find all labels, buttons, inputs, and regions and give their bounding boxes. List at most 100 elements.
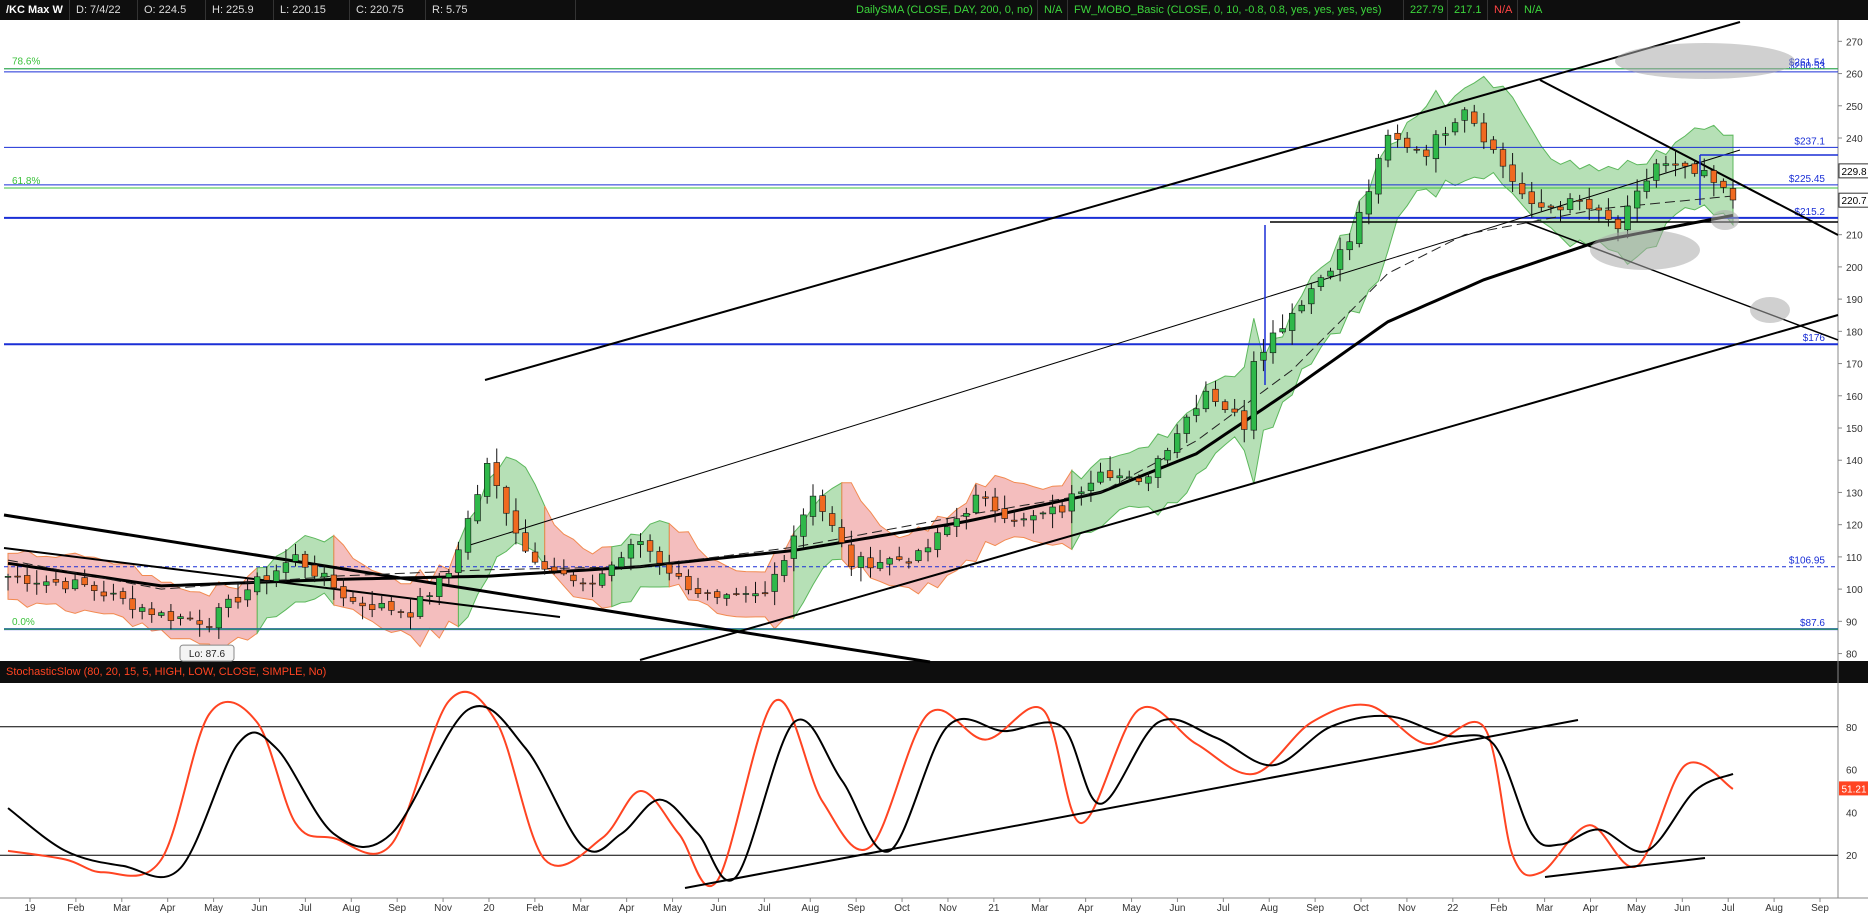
time-axis-label: Sep (847, 903, 865, 914)
candle-body (1643, 180, 1650, 192)
candle-body (321, 572, 328, 578)
price-axis-label: 90 (1846, 617, 1858, 628)
candle-body (1346, 241, 1353, 251)
time-axis-label: 22 (1447, 903, 1459, 914)
time-axis-label: Nov (1398, 903, 1416, 914)
candle-body (1250, 361, 1257, 431)
candle-body (560, 569, 567, 575)
candle-body (771, 573, 778, 592)
candle-body (1078, 491, 1085, 494)
price-axis-label: 210 (1846, 231, 1863, 242)
candle-body (1145, 476, 1152, 484)
time-axis-label: May (1627, 903, 1646, 914)
time-axis-label: Apr (160, 903, 176, 914)
time-axis-label: Jul (299, 903, 312, 914)
candle-body (790, 535, 797, 559)
annotation-ellipse (1590, 230, 1700, 270)
candle-body (1394, 132, 1401, 140)
time-axis-label: Mar (1536, 903, 1554, 914)
candle-body (1605, 209, 1612, 220)
candle-body (1509, 164, 1516, 182)
stochastic-value-text: 51.21 (1841, 784, 1866, 795)
candle-body (1221, 401, 1229, 410)
candle-body (1260, 351, 1267, 361)
price-axis-label: 270 (1846, 37, 1863, 48)
candle-body (273, 570, 280, 582)
candle-body (81, 577, 88, 586)
price-axis-label: 150 (1846, 424, 1863, 435)
candle-body (512, 510, 520, 534)
candle-body (1087, 482, 1095, 491)
candle-body (43, 581, 50, 586)
candle-body (819, 495, 826, 512)
fibonacci-level-label: 0.0% (12, 617, 35, 628)
candle-body (1183, 416, 1190, 434)
candle-body (1672, 163, 1679, 166)
time-axis-label: Feb (526, 903, 544, 914)
candle-body (1653, 163, 1660, 181)
time-axis-label: Mar (572, 903, 590, 914)
candle-body (1059, 505, 1066, 513)
time-axis-label: Oct (894, 903, 910, 914)
candle-body (1327, 270, 1334, 277)
stochastic-axis-label: 20 (1846, 851, 1858, 862)
candle-body (139, 607, 146, 612)
candle-body (1413, 148, 1420, 151)
price-chart[interactable]: $260.53$261.54$237.1$225.45$215.2$176$10… (0, 0, 1868, 918)
candle-body (388, 601, 395, 611)
candle-body (167, 611, 175, 621)
candle (915, 548, 922, 563)
candle-body (685, 576, 692, 591)
candle-body (742, 593, 750, 595)
candle-body (1461, 109, 1468, 121)
candle-body (848, 544, 855, 567)
candle-body (186, 617, 194, 620)
candle-body (1480, 122, 1487, 143)
time-axis-label: May (1122, 903, 1141, 914)
candle-body (675, 573, 682, 577)
fibonacci-level-label: 78.6% (12, 57, 40, 68)
candle-body (464, 518, 472, 553)
candle-body (474, 494, 481, 522)
candle-body (934, 532, 941, 550)
candle-body (646, 540, 654, 552)
candle-body (876, 562, 884, 569)
price-badge-text: 220.7 (1841, 196, 1866, 207)
candle-body (91, 584, 98, 591)
stochastic-panel-background (0, 683, 1868, 903)
time-axis-label: Aug (801, 903, 819, 914)
candle-body (1336, 249, 1344, 270)
candle-body (1681, 162, 1689, 167)
candle-body (1317, 277, 1325, 287)
time-axis-label: 19 (24, 903, 36, 914)
candle-body (1308, 288, 1315, 305)
candle-body (589, 582, 596, 585)
time-axis-label: Apr (1583, 903, 1599, 914)
candle (484, 457, 491, 504)
candle-body (761, 592, 769, 595)
candle-body (1701, 170, 1708, 177)
price-badge: 220.7 (1838, 192, 1868, 208)
candle-body (349, 597, 357, 602)
time-axis-label: Jul (1722, 903, 1735, 914)
time-axis-label: 20 (483, 903, 495, 914)
candle-body (119, 591, 127, 599)
candle-body (1528, 191, 1535, 204)
candle-body (14, 575, 21, 578)
candle-body (1729, 188, 1737, 201)
candle-body (445, 573, 452, 578)
candle-body (1154, 458, 1162, 478)
time-axis-label: May (663, 903, 682, 914)
time-axis-label: Jun (710, 903, 726, 914)
price-axis-label: 120 (1846, 521, 1863, 532)
candle-body (33, 582, 40, 585)
time-axis-label: Sep (388, 903, 406, 914)
candle-body (24, 575, 31, 584)
candle-body (1135, 477, 1142, 482)
price-badge: 229.8 (1838, 163, 1868, 179)
time-axis-label: Jul (1217, 903, 1230, 914)
candle-body (541, 561, 548, 570)
candle-body (991, 496, 999, 512)
candle-body (263, 575, 270, 581)
candle-body (915, 550, 922, 561)
